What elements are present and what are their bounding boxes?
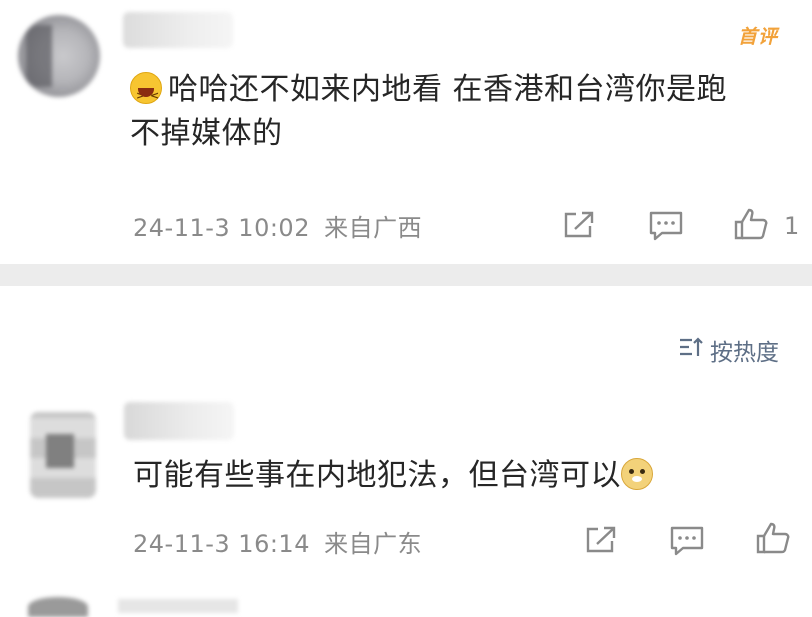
avatar[interactable] [30,412,96,498]
username-blurred[interactable] [123,12,233,48]
username-blurred[interactable] [124,402,234,440]
timestamp: 24-11-3 16:14 [133,530,310,558]
sort-label: 按热度 [710,340,779,366]
timestamp: 24-11-3 10:02 [133,214,310,242]
username-blurred[interactable] [118,599,238,613]
comment-icon[interactable] [648,210,684,242]
like-count: 1 [784,212,800,240]
comment-text-line-1: 哈哈还不如来内地看 在香港和台湾你是跑 [168,72,728,107]
sort-icon [678,336,704,364]
sort-by-heat-button[interactable]: 按热度 [678,333,779,367]
comment-meta: 24-11-3 10:02 来自广西 [133,208,422,243]
section-divider [0,264,812,286]
location: 来自广西 [324,214,423,242]
comment-icon[interactable] [669,525,705,557]
laugh-emoji-icon [130,72,162,118]
comment-text: 可能有些事在内地犯法，但台湾可以 [133,454,773,498]
like-icon[interactable] [733,207,769,241]
first-comment-badge: 首评 [738,26,779,48]
comment-text-line-1: 可能有些事在内地犯法，但台湾可以 [133,458,621,493]
avatar[interactable] [28,597,88,617]
avatar[interactable] [18,15,100,97]
like-icon[interactable] [755,521,791,555]
doge-emoji-icon [621,458,653,490]
location: 来自广东 [324,530,423,558]
comment-text: 哈哈还不如来内地看 在香港和台湾你是跑 不掉媒体的 [130,68,810,156]
comment-meta: 24-11-3 16:14 来自广东 [133,524,422,559]
comment-text-line-2: 不掉媒体的 [130,116,283,151]
share-icon[interactable] [584,525,618,555]
share-icon[interactable] [562,210,596,240]
